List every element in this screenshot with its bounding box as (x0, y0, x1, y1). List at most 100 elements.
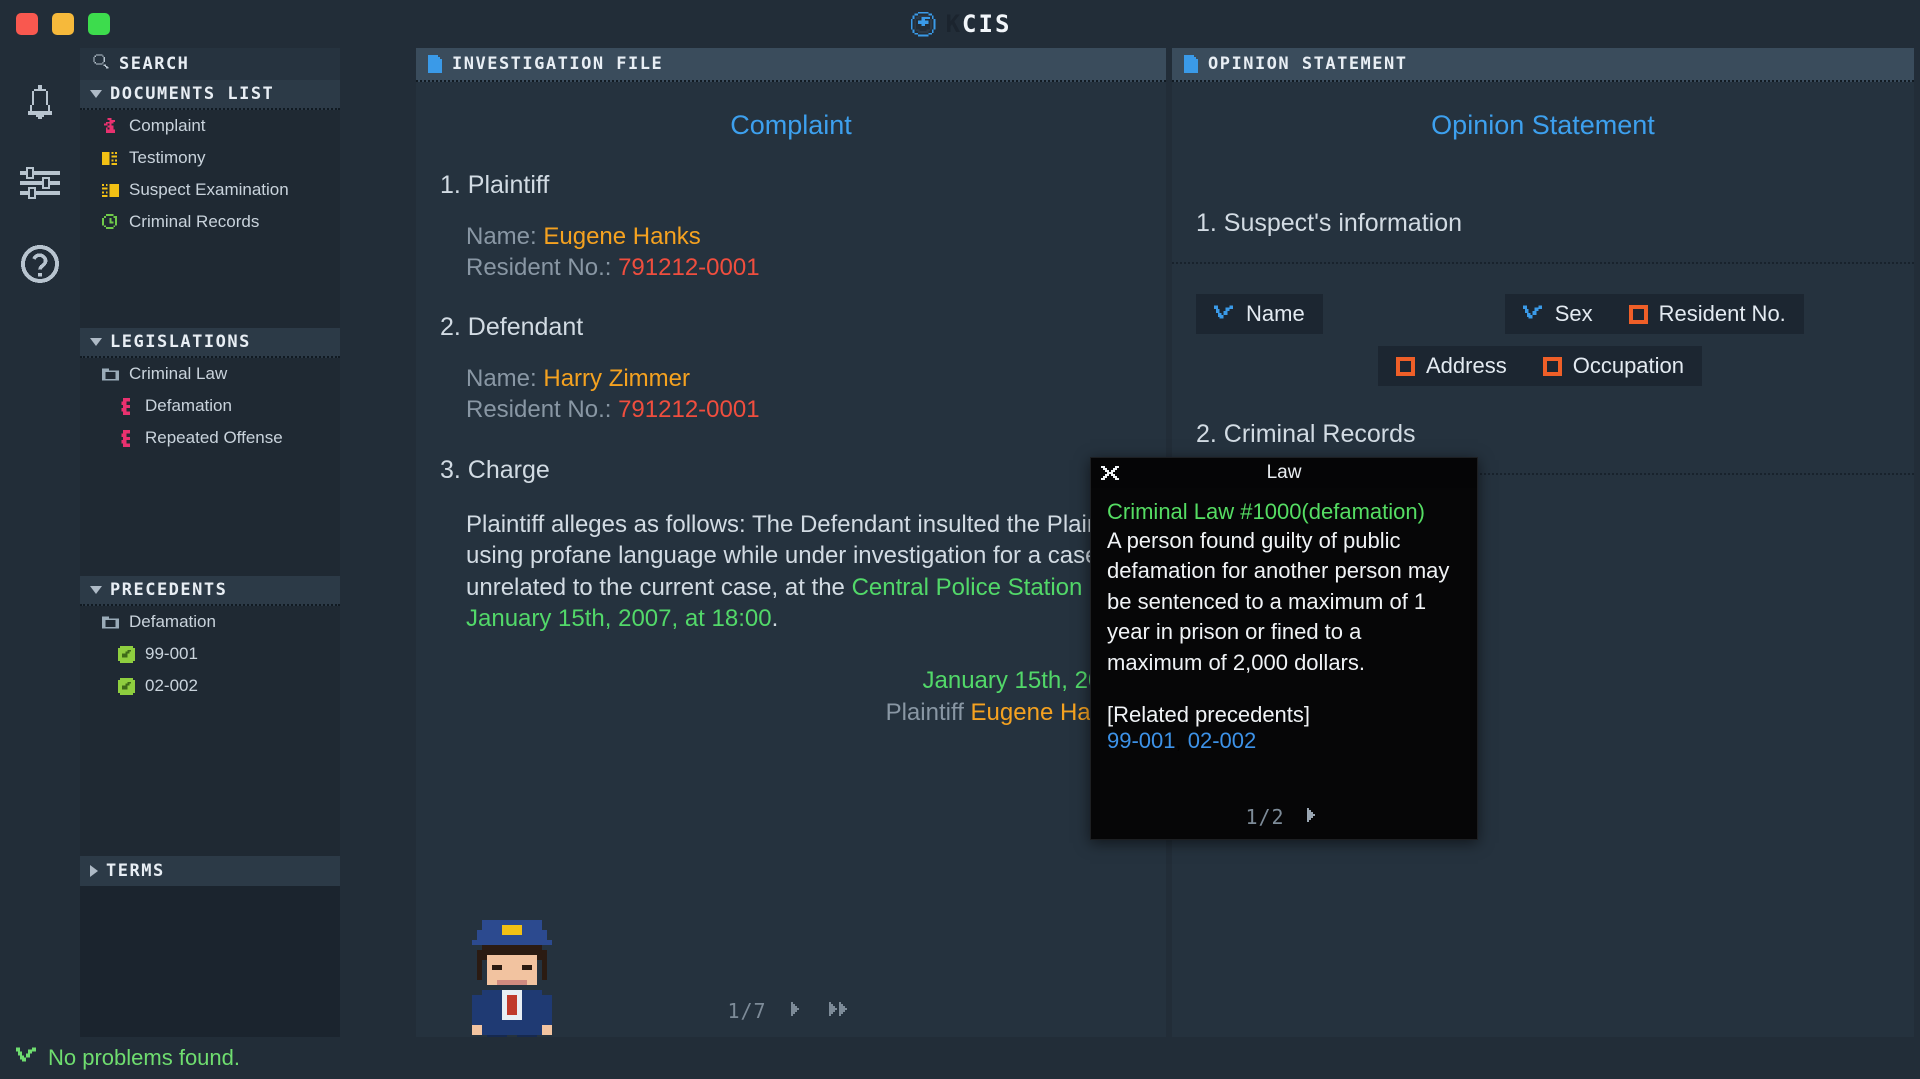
defendant-name-label: Name: (466, 365, 537, 392)
sidebar-item-label: 02-002 (145, 676, 198, 696)
chip-sex[interactable]: Sex (1505, 294, 1611, 334)
law-body-text: A person found guilty of public defamati… (1107, 526, 1461, 679)
title-bar: KCIS (0, 0, 1920, 48)
chevron-right-icon (90, 865, 98, 877)
suspect-info-chips: Name Sex Resident No. (1196, 294, 1816, 398)
related-precedents-label: [Related precedents] (1107, 702, 1461, 728)
defendant-details: Name: Harry Zimmer Resident No.: 791212-… (466, 364, 1166, 425)
sidebar-item-testimony[interactable]: Testimony (80, 142, 340, 174)
investigation-file-panel: INVESTIGATION FILE Complaint 1. Plaintif… (416, 48, 1166, 1037)
defendant-resident-value[interactable]: 791212-0001 (618, 396, 759, 423)
plaintiff-details: Name: Eugene Hanks Resident No.: 791212-… (466, 222, 1166, 283)
law-popup-body: Criminal Law #1000(defamation) A person … (1091, 488, 1477, 754)
precedents-filler (80, 688, 340, 856)
empty-box-icon (1629, 305, 1648, 324)
app-window: KCIS (0, 0, 1920, 1079)
page-indicator: 1/2 (1245, 805, 1284, 829)
search-icon (92, 53, 110, 76)
documents-list-filler (80, 220, 340, 328)
plaintiff-name-value[interactable]: Eugene Hanks (543, 223, 700, 250)
charge-datetime[interactable]: January 15th, 2007, at 18:00 (466, 605, 772, 632)
app-title-k: K (946, 10, 962, 38)
law-popup[interactable]: Law Criminal Law #1000(defamation) A per… (1090, 457, 1478, 840)
sidebar-item-defamation-precedent[interactable]: Defamation (80, 606, 340, 638)
sidebar-item-defamation-law[interactable]: Defamation (80, 390, 340, 422)
law-icon (118, 398, 135, 415)
bell-icon (22, 85, 58, 128)
sidebar-item-label: 99-001 (145, 644, 198, 664)
defendant-name-row: Name: Harry Zimmer (466, 364, 1166, 395)
section-heading-suspect-information: 1. Suspect's information (1196, 209, 1914, 238)
page-indicator: 1/7 (727, 999, 766, 1023)
sidebar-item-suspect-examination[interactable]: Suspect Examination (80, 174, 340, 206)
notifications-button[interactable] (18, 84, 62, 128)
last-page-button[interactable] (829, 1000, 855, 1023)
maximize-button[interactable] (88, 13, 110, 35)
signature-block: January 15th, 2007 Plaintiff Eugene Hank… (416, 665, 1128, 730)
chip-name[interactable]: Name (1196, 294, 1323, 334)
window-controls (16, 13, 110, 35)
precedent-link-02-002[interactable]: 02-002 (1188, 728, 1257, 753)
sidebar: SEARCH DOCUMENTS LIST Complaint (80, 48, 340, 1079)
chip-label: Occupation (1573, 353, 1684, 379)
chip-label: Sex (1555, 301, 1593, 327)
investigation-file-body: Complaint 1. Plaintiff Name: Eugene Hank… (416, 82, 1166, 1037)
check-icon (16, 1047, 38, 1069)
chip-resident-no[interactable]: Resident No. (1611, 294, 1804, 334)
folder-icon (102, 614, 119, 631)
sidebar-section-title: DOCUMENTS LIST (110, 84, 274, 104)
plaintiff-resident-row: Resident No.: 791212-0001 (466, 253, 1166, 284)
sidebar-item-complaint[interactable]: Complaint (80, 110, 340, 142)
opinion-statement-header: OPINION STATEMENT (1172, 48, 1914, 82)
sidebar-item-label: Repeated Offense (145, 428, 283, 448)
status-bar: No problems found. (0, 1037, 1920, 1079)
section-heading-defendant: 2. Defendant (440, 313, 1166, 342)
chevron-down-icon (90, 586, 102, 594)
chip-address[interactable]: Address (1378, 346, 1525, 386)
sidebar-item-criminal-law[interactable]: Criminal Law (80, 358, 340, 390)
testimony-icon (102, 150, 119, 167)
panel-title: INVESTIGATION FILE (452, 54, 663, 74)
app-brand: KCIS (0, 0, 1920, 48)
law-popup-title: Law (1091, 462, 1477, 484)
defendant-resident-label: Resident No.: (466, 396, 611, 423)
legislations-filler (80, 440, 340, 576)
next-page-button[interactable] (789, 1000, 807, 1023)
chevron-down-icon (90, 338, 102, 346)
icon-rail (0, 48, 80, 1079)
sidebar-section-title: PRECEDENTS (110, 580, 227, 600)
precedent-link-99-001[interactable]: 99-001 (1107, 728, 1176, 753)
sidebar-section-title: TERMS (106, 861, 165, 881)
search-bar[interactable]: SEARCH (80, 48, 340, 80)
minimize-button[interactable] (52, 13, 74, 35)
folder-icon (102, 366, 119, 383)
empty-box-icon (1396, 357, 1415, 376)
help-button[interactable] (18, 244, 62, 288)
link-separator: , (1176, 728, 1188, 753)
sidebar-section-terms[interactable]: TERMS (80, 856, 340, 886)
defendant-name-value[interactable]: Harry Zimmer (543, 365, 690, 392)
section-divider (1172, 262, 1914, 264)
sidebar-item-precedent-99-001[interactable]: 99-001 (80, 638, 340, 670)
charge-place[interactable]: Central Police Station (852, 574, 1083, 601)
sidebar-section-documents-list[interactable]: DOCUMENTS LIST (80, 80, 340, 110)
signature-date[interactable]: January 15th, 2007 (416, 665, 1128, 697)
empty-box-icon (1543, 357, 1562, 376)
check-icon (1523, 301, 1544, 327)
panel-title: OPINION STATEMENT (1208, 54, 1408, 74)
sidebar-item-label: Complaint (129, 116, 206, 136)
settings-button[interactable] (18, 164, 62, 208)
next-page-button[interactable] (1305, 806, 1323, 829)
close-button[interactable] (16, 13, 38, 35)
sidebar-item-label: Defamation (145, 396, 232, 416)
sidebar-section-legislations[interactable]: LEGISLATIONS (80, 328, 340, 358)
criminal-records-icon (102, 214, 119, 231)
plaintiff-resident-value[interactable]: 791212-0001 (618, 254, 759, 281)
sidebar-item-label: Defamation (129, 612, 216, 632)
close-x-icon[interactable] (1101, 464, 1119, 482)
chip-label: Address (1426, 353, 1507, 379)
sidebar-item-label: Criminal Records (129, 212, 259, 232)
documents-list: Complaint Testimony (80, 110, 340, 220)
sidebar-section-precedents[interactable]: PRECEDENTS (80, 576, 340, 606)
chip-occupation[interactable]: Occupation (1525, 346, 1702, 386)
